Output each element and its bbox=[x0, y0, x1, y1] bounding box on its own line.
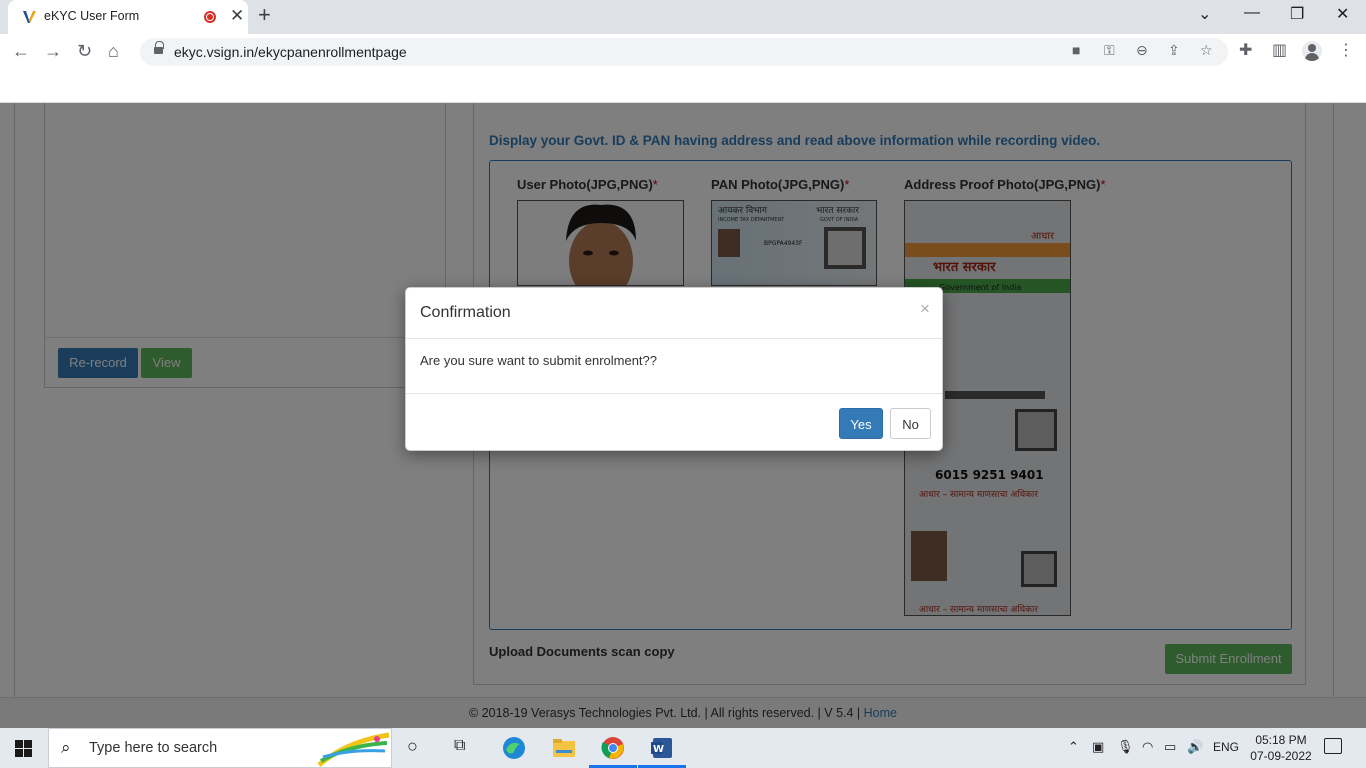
new-tab-icon[interactable]: + bbox=[258, 2, 271, 28]
url-text[interactable]: ekyc.vsign.in/ekycpanenrollmentpage bbox=[174, 44, 407, 60]
browser-tab-bar: eKYC User Form ✕ + ⌄ — ❐ ✕ bbox=[0, 0, 1366, 34]
tab-search-chevron-icon[interactable]: ⌄ bbox=[1198, 4, 1211, 24]
windows-start-icon[interactable] bbox=[15, 740, 32, 757]
recording-indicator-icon bbox=[204, 11, 216, 23]
network-icon[interactable]: ◠ bbox=[1142, 739, 1153, 755]
taskbar-search-placeholder: Type here to search bbox=[89, 740, 218, 756]
browser-menu-icon[interactable]: ⋮ bbox=[1338, 40, 1354, 60]
modal-message: Are you sure want to submit enrolment?? bbox=[420, 353, 658, 368]
side-panel-icon[interactable]: ▥ bbox=[1272, 40, 1287, 60]
camera-in-use-icon[interactable]: ▣ bbox=[1092, 739, 1104, 755]
browser-tab[interactable]: eKYC User Form ✕ bbox=[8, 0, 248, 34]
bookmark-bar bbox=[0, 70, 1366, 103]
language-indicator[interactable]: ENG bbox=[1213, 740, 1239, 754]
svg-text:W: W bbox=[653, 744, 664, 755]
clock-date: 07-09-2022 bbox=[1250, 749, 1312, 763]
clock-time: 05:18 PM bbox=[1255, 733, 1307, 747]
confirmation-dialog: Confirmation × Are you sure want to subm… bbox=[405, 287, 943, 451]
file-explorer-icon[interactable] bbox=[552, 736, 576, 760]
notifications-icon[interactable] bbox=[1324, 738, 1342, 754]
home-icon[interactable]: ⌂ bbox=[108, 41, 119, 62]
forward-icon[interactable]: → bbox=[44, 41, 62, 62]
key-icon[interactable]: ⚿ bbox=[1104, 42, 1115, 59]
battery-icon[interactable]: ▭ bbox=[1164, 739, 1176, 755]
modal-title: Confirmation bbox=[420, 304, 511, 321]
vsign-favicon-icon bbox=[23, 11, 36, 23]
modal-footer: Yes No bbox=[406, 393, 942, 451]
reload-icon[interactable]: ↻ bbox=[77, 41, 92, 62]
word-icon[interactable]: W bbox=[650, 736, 674, 760]
show-hidden-icons-chevron-icon[interactable]: ⌃ bbox=[1068, 739, 1079, 755]
close-window-icon[interactable]: ✕ bbox=[1336, 4, 1349, 24]
volume-icon[interactable]: 🔊 bbox=[1187, 739, 1203, 755]
yes-button[interactable]: Yes bbox=[839, 408, 883, 439]
modal-close-icon[interactable]: × bbox=[920, 299, 930, 319]
tab-title: eKYC User Form bbox=[44, 9, 140, 23]
taskbar-search-box[interactable]: ⌕ Type here to search bbox=[48, 728, 392, 768]
restore-icon[interactable]: ❐ bbox=[1290, 4, 1304, 24]
tab-close-icon[interactable]: ✕ bbox=[230, 6, 244, 26]
edge-icon[interactable] bbox=[502, 736, 526, 760]
task-view-icon[interactable]: ⧉ bbox=[454, 737, 465, 755]
zoom-icon[interactable]: ⊖ bbox=[1136, 42, 1148, 59]
windows-taskbar: ⌕ Type here to search ○ ⧉ W ⌃ ▣ 🎙 ◠ ▭ 🔊 … bbox=[0, 728, 1366, 768]
cortana-icon[interactable]: ○ bbox=[407, 736, 418, 757]
no-button[interactable]: No bbox=[890, 408, 931, 439]
back-icon[interactable]: ← bbox=[12, 41, 30, 62]
bookmark-star-icon[interactable]: ☆ bbox=[1200, 42, 1213, 59]
lock-icon[interactable] bbox=[154, 41, 164, 56]
modal-header: Confirmation × bbox=[406, 288, 942, 339]
search-icon: ⌕ bbox=[61, 738, 71, 757]
microphone-icon[interactable]: 🎙 bbox=[1117, 739, 1134, 755]
search-highlight-illustration-icon bbox=[317, 732, 390, 767]
browser-toolbar: ← → ↻ ⌂ ekyc.vsign.in/ekycpanenrollmentp… bbox=[0, 34, 1366, 70]
taskbar-clock[interactable]: 05:18 PM 07-09-2022 bbox=[1250, 732, 1312, 764]
camera-icon[interactable]: ■ bbox=[1072, 42, 1080, 58]
share-icon[interactable]: ⇪ bbox=[1168, 42, 1180, 59]
profile-avatar[interactable] bbox=[1302, 41, 1322, 61]
address-bar[interactable]: ekyc.vsign.in/ekycpanenrollmentpage ■ ⚿ … bbox=[140, 38, 1228, 66]
chrome-icon[interactable] bbox=[601, 736, 625, 760]
extensions-icon[interactable]: ✚ bbox=[1239, 40, 1252, 60]
minimize-icon[interactable]: — bbox=[1244, 4, 1260, 22]
